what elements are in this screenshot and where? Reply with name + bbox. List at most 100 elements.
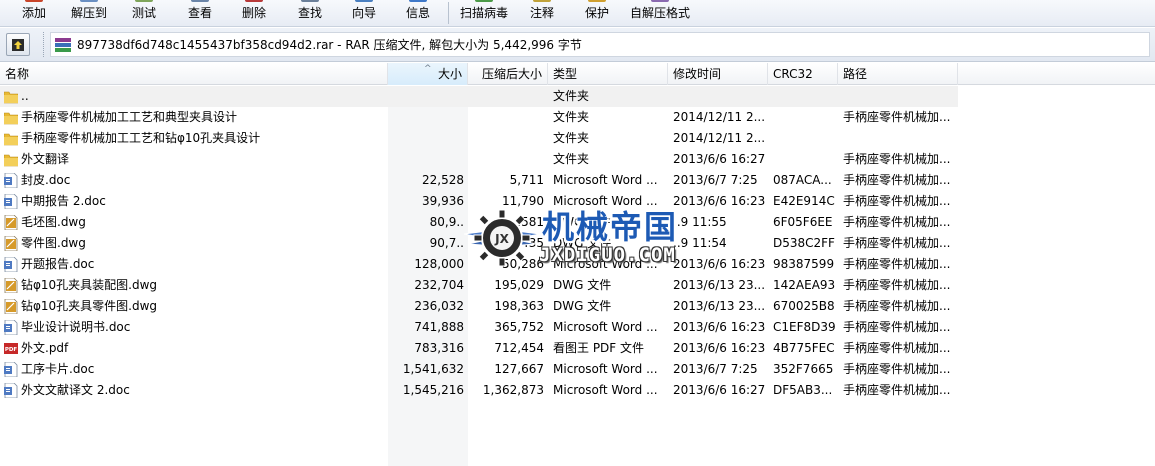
file-name: 毛坯图.dwg	[21, 215, 86, 229]
file-row[interactable]: 钻φ10孔夹具装配图.dwg 232,704 195,029 DWG 文件 2013/6…	[0, 275, 958, 296]
column-header-size[interactable]: ^ 大小	[388, 63, 468, 85]
file-crc32: 4B775FEC	[773, 341, 835, 355]
file-type: Microsoft Word ...	[553, 362, 658, 376]
comment-label: 注释	[529, 6, 554, 20]
file-path: 手柄座零件机械加...	[843, 362, 951, 376]
virus-scan-icon	[475, 0, 493, 2]
file-name: ..	[21, 89, 29, 103]
column-header-type-label: 类型	[553, 67, 578, 81]
column-header-packed[interactable]: 压缩后大小	[468, 63, 548, 85]
delete-icon	[245, 0, 263, 2]
column-header-path[interactable]: 路径	[838, 63, 958, 85]
column-header-type[interactable]: 类型	[548, 63, 668, 85]
file-size: 236,032	[414, 299, 464, 313]
file-modified-time: 2013/6/6 16:23	[673, 320, 766, 334]
file-crc32: D538C2FF	[773, 236, 835, 250]
file-size: 80,9..	[429, 215, 464, 229]
info-label: 信息	[405, 6, 430, 20]
watermark-title: 机械帝国	[542, 208, 679, 246]
address-field[interactable]: 897738df6d748c1455437bf358cd94d2.rar - R…	[50, 32, 1150, 57]
file-crc32: 670025B8	[773, 299, 835, 313]
protect-button[interactable]: 保护	[577, 0, 617, 27]
file-size: 22,528	[422, 173, 464, 187]
sfx-icon	[651, 0, 669, 2]
find-label: 查找	[297, 6, 322, 20]
column-header-name[interactable]: 名称	[0, 63, 388, 85]
file-row[interactable]: 手柄座零件机械加工工艺和钻φ10孔夹具设计 文件夹 2014/12/11 2...	[0, 128, 958, 149]
view-button[interactable]: 查看	[180, 0, 220, 27]
address-grip	[43, 32, 46, 57]
file-row[interactable]: PDF 外文.pdf 783,316 712,454 看图王 PDF 文件 2013/6/…	[0, 338, 958, 359]
file-size	[388, 86, 468, 107]
toolbar-separator	[448, 2, 449, 24]
file-crc32: DF5AB3...	[773, 383, 833, 397]
file-packed-size: 127,667	[494, 362, 544, 376]
file-name: 中期报告 2.doc	[21, 194, 106, 208]
file-name: 手柄座零件机械加工工艺和典型夹具设计	[21, 110, 238, 124]
file-path: 手柄座零件机械加...	[843, 173, 951, 187]
delete-button[interactable]: 删除	[234, 0, 274, 27]
file-crc32: E42E914C	[773, 194, 835, 208]
watermark-logo: JX 机械帝国 JXDIGUO.COM	[462, 200, 732, 278]
gear-wings-emblem-icon: JX	[463, 209, 541, 267]
file-row[interactable]: 毕业设计说明书.doc 741,888 365,752 Microsoft Word …	[0, 317, 958, 338]
file-modified-time: 2013/6/7 7:25	[673, 362, 758, 376]
file-modified-time	[673, 86, 769, 107]
wizard-button[interactable]: 向导	[344, 0, 384, 27]
file-crc32: 6F05F6EE	[773, 215, 833, 229]
file-row[interactable]: 外文翻译 文件夹 2013/6/6 16:27 手柄座零件机械加...	[0, 149, 958, 170]
extract-to-label: 解压到	[70, 6, 107, 20]
file-modified-time: 2013/6/13 23...	[673, 278, 766, 292]
add-button[interactable]: 添加	[14, 0, 54, 27]
info-button[interactable]: 信息	[398, 0, 438, 27]
file-row[interactable]: 工序卡片.doc 1,541,632 127,667 Microsoft Word .…	[0, 359, 958, 380]
up-arrow-icon	[12, 38, 24, 51]
view-label: 查看	[187, 6, 212, 20]
file-size: 1,545,216	[402, 383, 464, 397]
column-header-packed-label: 压缩后大小	[481, 67, 542, 81]
file-modified-time: 2014/12/11 2...	[673, 110, 766, 124]
file-modified-time: 2013/6/13 23...	[673, 299, 766, 313]
file-modified-time: 2013/6/7 7:25	[673, 173, 758, 187]
parent-folder-row[interactable]: .. 文件夹	[0, 86, 958, 107]
comment-button[interactable]: 注释	[522, 0, 562, 27]
virus-scan-label: 扫描病毒	[459, 6, 508, 20]
virus-scan-button[interactable]: 扫描病毒	[456, 0, 512, 27]
file-type: DWG 文件	[553, 278, 612, 292]
file-row[interactable]: 外文文献译文 2.doc 1,545,216 1,362,873 Microsoft …	[0, 380, 958, 401]
test-label: 测试	[131, 6, 156, 20]
file-size: 90,7..	[429, 236, 464, 250]
file-path: 手柄座零件机械加...	[843, 236, 951, 250]
file-type: 看图王 PDF 文件	[553, 341, 645, 355]
file-crc32: 087ACA...	[773, 173, 832, 187]
file-type: 文件夹	[553, 89, 590, 103]
file-path: 手柄座零件机械加...	[843, 152, 951, 166]
column-header-size-label: 大小	[437, 67, 462, 81]
file-row[interactable]: 封皮.doc 22,528 5,711 Microsoft Word ... 2013/…	[0, 170, 958, 191]
file-type: 文件夹	[553, 152, 590, 166]
column-header-mtime[interactable]: 修改时间	[668, 63, 768, 85]
svg-text:JX: JX	[494, 232, 509, 246]
find-button[interactable]: 查找	[290, 0, 330, 27]
file-row[interactable]: 钻φ10孔夹具零件图.dwg 236,032 198,363 DWG 文件 2013/6…	[0, 296, 958, 317]
column-header-crc[interactable]: CRC32	[768, 63, 838, 85]
test-button[interactable]: 测试	[124, 0, 164, 27]
sfx-button[interactable]: 自解压格式	[626, 0, 694, 27]
file-path	[843, 86, 958, 107]
extract-to-button[interactable]: 解压到	[66, 0, 112, 27]
file-path: 手柄座零件机械加...	[843, 299, 951, 313]
add-icon	[25, 0, 43, 2]
file-crc32	[773, 149, 839, 170]
file-type: 文件夹	[553, 131, 590, 145]
address-bar: 897738df6d748c1455437bf358cd94d2.rar - R…	[0, 28, 1155, 62]
file-size: 232,704	[414, 278, 464, 292]
file-size: 783,316	[414, 341, 464, 355]
extract-to-icon	[80, 0, 98, 2]
file-crc32	[773, 86, 839, 107]
protect-icon	[588, 0, 606, 2]
up-folder-button[interactable]	[6, 33, 30, 56]
file-row[interactable]: 手柄座零件机械加工工艺和典型夹具设计 文件夹 2014/12/11 2... 手柄座零…	[0, 107, 958, 128]
column-header-path-label: 路径	[843, 67, 868, 81]
file-packed-size	[468, 86, 548, 107]
file-crc32: 352F7665	[773, 362, 834, 376]
